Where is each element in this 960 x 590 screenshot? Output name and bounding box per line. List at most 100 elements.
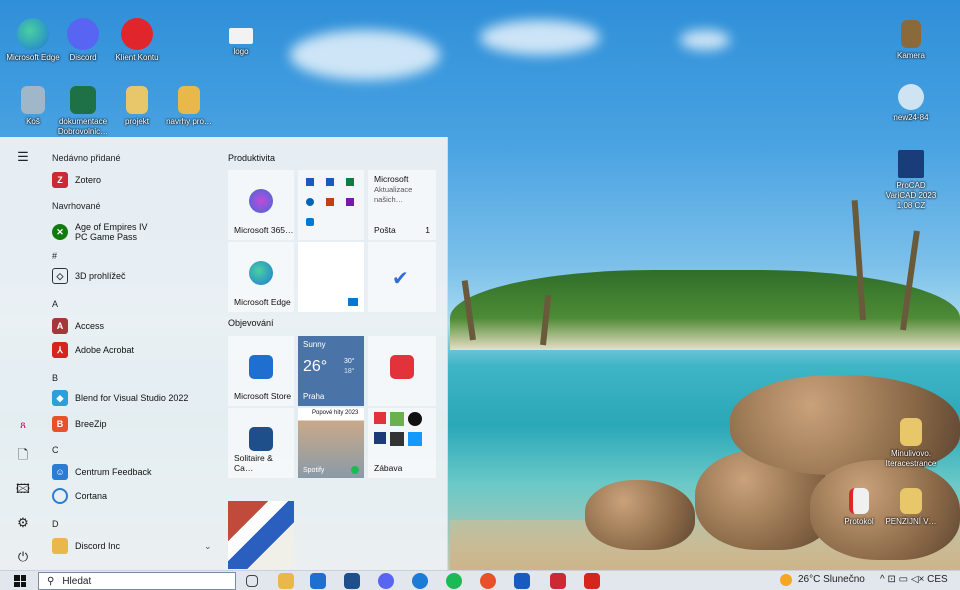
feedback-icon: ☺ bbox=[52, 464, 68, 480]
desktop-icon-label: ProCAD VariCAD 2023 1.08 CZ bbox=[885, 181, 937, 210]
app-3d-viewer[interactable]: ◇ 3D prohlížeč bbox=[52, 265, 212, 287]
app-blend[interactable]: ◆ Blend for Visual Studio 2022 bbox=[52, 387, 212, 409]
tile-todo[interactable]: ✔ bbox=[368, 242, 436, 312]
explore-header: Objevování bbox=[228, 318, 274, 328]
solitaire-icon[interactable] bbox=[344, 573, 360, 589]
chevron-down-icon[interactable]: ⌄ bbox=[204, 541, 212, 552]
tile-news[interactable] bbox=[368, 336, 436, 406]
letter-b-header[interactable]: B bbox=[52, 373, 58, 383]
m365-icon bbox=[249, 189, 273, 213]
discord-icon[interactable] bbox=[378, 573, 394, 589]
power-icon[interactable]: ⏻ bbox=[15, 549, 31, 565]
rock bbox=[585, 480, 695, 550]
tile-edge[interactable]: Microsoft Edge bbox=[228, 242, 294, 312]
tile-photos[interactable] bbox=[298, 242, 364, 312]
desktop-icon-varicad[interactable]: ProCAD VariCAD 2023 1.08 CZ bbox=[884, 150, 938, 211]
desktop-icon-new24[interactable]: new24-84 bbox=[884, 84, 938, 123]
desktop-icon-discord[interactable]: Discord bbox=[56, 18, 110, 63]
desktop-icon-protokol[interactable]: Protokol bbox=[832, 488, 886, 527]
desktop-icon-label: new24-84 bbox=[893, 113, 929, 122]
desktop-icon-recycle-bin[interactable]: Koš bbox=[6, 86, 60, 127]
desktop-icon-label: PENZIJNÍ V… bbox=[885, 517, 937, 526]
store-icon[interactable] bbox=[310, 573, 326, 589]
system-tray-icons[interactable]: ^ ⊡ ▭ ◁× CES bbox=[880, 574, 948, 585]
app-label: 3D prohlížeč bbox=[75, 271, 126, 281]
tile-stained-glass-app[interactable] bbox=[228, 501, 294, 569]
app-age-of-empires[interactable]: ✕ Age of Empires IV PC Game Pass bbox=[52, 219, 212, 245]
app-label-line2: PC Game Pass bbox=[75, 232, 138, 242]
tiktok-icon bbox=[408, 412, 422, 426]
letter-c-header[interactable]: C bbox=[52, 445, 59, 455]
settings-gear-icon[interactable]: ⚙ bbox=[15, 515, 31, 531]
user-avatar-icon[interactable]: ጸ bbox=[15, 417, 31, 433]
tile-spotify[interactable]: Popové hity 2023 Spotify bbox=[298, 408, 364, 478]
taskbar: ⚲ Hledat 26°C Slunečno ^ ⊡ ▭ ◁× CES bbox=[0, 570, 960, 590]
taskbar-weather[interactable]: 26°C Slunečno bbox=[798, 574, 865, 585]
letter-a-header[interactable]: A bbox=[52, 299, 58, 309]
tile-weather[interactable]: Sunny 26° 30° 18° Praha bbox=[298, 336, 364, 406]
onenote-icon bbox=[346, 198, 354, 206]
taskbar-search-box[interactable]: ⚲ Hledat bbox=[38, 572, 236, 590]
desktop-icon-label: Klient Kontu bbox=[115, 53, 159, 62]
app-centrum-feedback[interactable]: ☺ Centrum Feedback bbox=[52, 461, 212, 483]
desktop-icon-navrhy[interactable]: navrhy pro… bbox=[162, 86, 216, 127]
spotify-playlist-title: Popové hity 2023 bbox=[312, 410, 359, 416]
hamburger-menu-icon[interactable]: ☰ bbox=[15, 149, 31, 165]
app-label-line1: Age of Empires IV bbox=[75, 222, 148, 232]
desktop-icon-logo[interactable]: logo bbox=[214, 28, 268, 57]
app-breezip[interactable]: B BreeZip bbox=[52, 413, 212, 435]
pdf-file-icon bbox=[849, 488, 869, 514]
chrome-icon[interactable] bbox=[480, 573, 496, 589]
tile-mail[interactable]: Microsoft Aktualizace našich… Pošta 1 bbox=[368, 170, 436, 240]
windows-start-icon[interactable] bbox=[14, 575, 26, 587]
word-icon[interactable] bbox=[514, 573, 530, 589]
news-icon bbox=[390, 355, 414, 379]
app-access[interactable]: A Access bbox=[52, 315, 212, 337]
tile-store[interactable]: Microsoft Store bbox=[228, 336, 294, 406]
file-explorer-icon[interactable] bbox=[278, 573, 294, 589]
desktop-icon-edge[interactable]: Microsoft Edge bbox=[6, 18, 60, 63]
task-view-icon[interactable] bbox=[246, 575, 258, 587]
blend-icon: ◆ bbox=[52, 390, 68, 406]
edge-icon bbox=[17, 18, 49, 50]
hash-header[interactable]: # bbox=[52, 251, 57, 261]
letter-d-header[interactable]: D bbox=[52, 519, 59, 529]
cube-icon: ◇ bbox=[52, 268, 68, 284]
klient-icon bbox=[121, 18, 153, 50]
desktop-icon-folder[interactable]: Minulivovo. Iteracestrance bbox=[884, 418, 938, 469]
weather-sun-icon[interactable] bbox=[780, 574, 792, 586]
camera-file-icon bbox=[901, 20, 921, 48]
desktop-icon-penzijni[interactable]: PENZIJNÍ V… bbox=[884, 488, 938, 527]
desktop-icon-label: projekt bbox=[124, 117, 149, 126]
app-discord-inc[interactable]: Discord Inc bbox=[52, 535, 212, 557]
desktop-icon-klient[interactable]: Klient Kontu bbox=[110, 18, 164, 63]
excel-file-icon bbox=[70, 86, 96, 114]
discord-icon bbox=[67, 18, 99, 50]
skype-icon bbox=[306, 218, 314, 226]
cortana-icon bbox=[52, 488, 68, 504]
app-cortana[interactable]: Cortana bbox=[52, 485, 212, 507]
desktop-icon-label: Koš bbox=[26, 117, 40, 126]
desktop-icon-label: Kamera bbox=[896, 51, 925, 60]
molecule-icon bbox=[898, 84, 924, 110]
app-label: Centrum Feedback bbox=[75, 467, 152, 477]
tile-solitaire[interactable]: Solitaire & Ca… bbox=[228, 408, 294, 478]
image-file-icon bbox=[229, 28, 253, 44]
tile-office-apps[interactable] bbox=[298, 170, 364, 240]
tile-label: Pošta bbox=[374, 225, 396, 235]
zotero-icon[interactable] bbox=[550, 573, 566, 589]
edge-icon[interactable] bbox=[412, 573, 428, 589]
desktop-icon-kamera[interactable]: Kamera bbox=[884, 20, 938, 61]
desktop-icon-projekt[interactable]: projekt bbox=[110, 86, 164, 127]
desktop-icon-dokumentace[interactable]: dokumentace Dobrovolnic… bbox=[56, 86, 110, 137]
cards-icon bbox=[249, 427, 273, 451]
pictures-icon[interactable]: 🖾 bbox=[15, 481, 31, 499]
app-adobe-acrobat[interactable]: ⅄ Adobe Acrobat bbox=[52, 339, 212, 361]
app-zotero[interactable]: Z Zotero bbox=[52, 169, 212, 191]
tile-entertainment[interactable]: Zábava bbox=[368, 408, 436, 478]
acrobat-icon[interactable] bbox=[584, 573, 600, 589]
tile-microsoft-365[interactable]: Microsoft 365… bbox=[228, 170, 294, 240]
document-icon[interactable]: 🗋 bbox=[15, 447, 31, 465]
start-rail: ☰ ጸ 🗋 🖾 ⚙ ⏻ bbox=[0, 137, 46, 570]
spotify-icon[interactable] bbox=[446, 573, 462, 589]
